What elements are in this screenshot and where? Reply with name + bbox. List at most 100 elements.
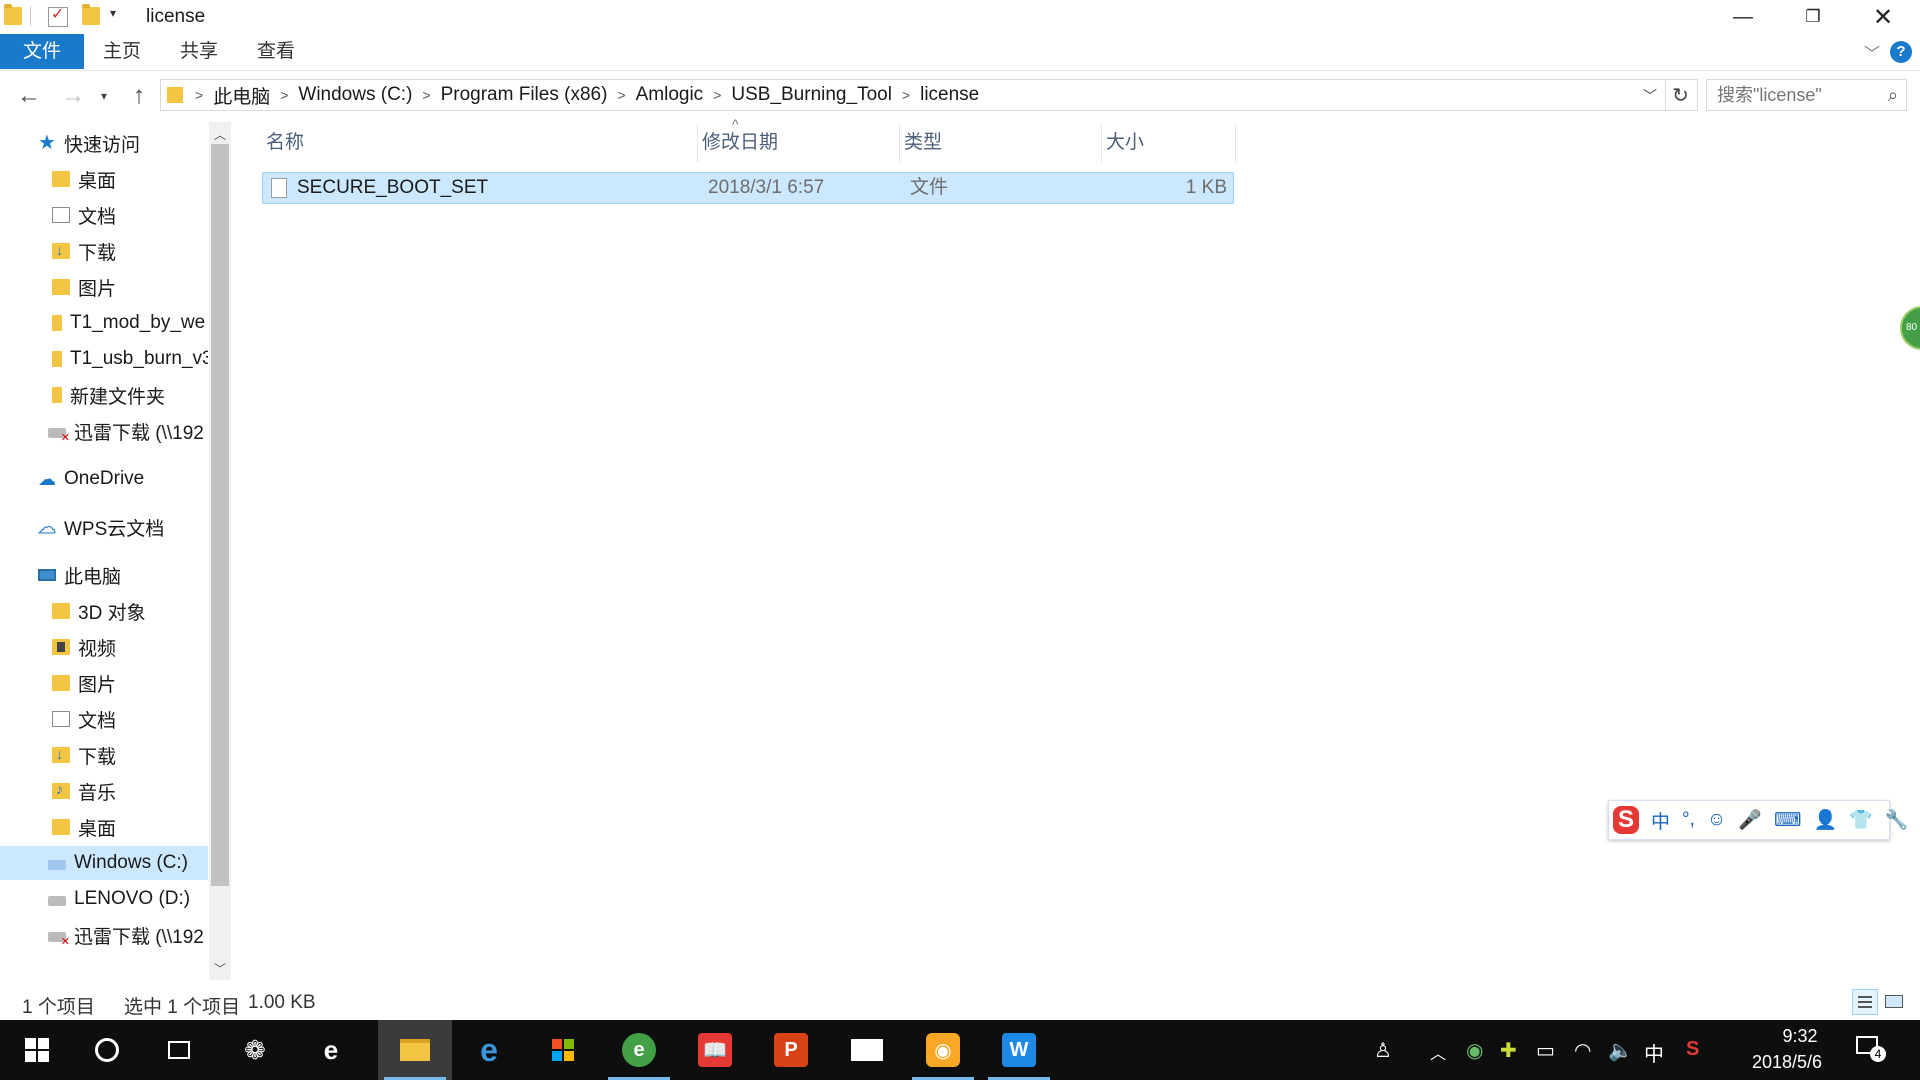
wps-presentation-icon[interactable]: P (754, 1020, 828, 1080)
up-arrow-icon[interactable]: ↑ (122, 80, 156, 112)
tab-share[interactable]: 共享 (164, 34, 234, 69)
nav-pictures-pinned[interactable]: 图片 📌 (0, 270, 208, 304)
nav-folder-t1-mod[interactable]: T1_mod_by_we (0, 306, 208, 340)
ime-mode-toggle[interactable]: 中 (1651, 807, 1670, 834)
tab-view[interactable]: 查看 (242, 34, 310, 69)
close-button[interactable]: ✕ (1848, 0, 1918, 34)
minimize-button[interactable]: — (1708, 0, 1778, 34)
breadcrumb-program-files[interactable]: Program Files (x86) (441, 84, 608, 106)
wrench-icon[interactable]: 🔧 (1885, 808, 1909, 832)
back-arrow-icon[interactable]: ← (12, 80, 46, 112)
reader-book-icon[interactable]: 📖 (678, 1020, 752, 1080)
column-header-name[interactable]: 名称 (262, 124, 698, 162)
file-row[interactable]: SECURE_BOOT_SET 2018/3/1 6:57 文件 1 KB (262, 172, 1234, 204)
column-header-modified[interactable]: 修改日期 (698, 124, 900, 162)
nav-desktop[interactable]: 桌面 (0, 810, 208, 844)
breadcrumb-amlogic[interactable]: Amlogic (636, 84, 704, 106)
breadcrumb-separator-icon[interactable]: > (617, 87, 625, 103)
file-explorer-icon[interactable] (378, 1020, 452, 1080)
address-bar[interactable]: > 此电脑 > Windows (C:) > Program Files (x8… (160, 79, 1666, 111)
scroll-up-arrow-icon[interactable]: ︿ (209, 126, 231, 143)
search-input[interactable] (1715, 80, 1869, 110)
nav-documents-pinned[interactable]: 文档 📌 (0, 198, 208, 232)
edge-browser-icon[interactable]: e (452, 1020, 526, 1080)
nav-music[interactable]: ♪ 音乐 (0, 774, 208, 808)
punctuation-icon[interactable]: °, (1682, 809, 1695, 831)
address-history-chevron-icon[interactable]: ﹀ (1643, 86, 1657, 106)
breadcrumb-this-pc[interactable]: 此电脑 (213, 82, 270, 109)
360-tray-icon[interactable]: ◉ (1466, 1038, 1483, 1063)
breadcrumb-separator-icon[interactable]: > (280, 87, 288, 103)
nav-desktop-pinned[interactable]: 桌面 📌 (0, 162, 208, 196)
scroll-down-arrow-icon[interactable]: ﹀ (209, 960, 231, 977)
sogou-tray-icon[interactable]: S (1686, 1038, 1699, 1061)
nav-windows-c-drive[interactable]: Windows (C:) (0, 846, 208, 880)
column-header-type[interactable]: 类型 (900, 124, 1102, 162)
breadcrumb-separator-icon[interactable]: > (422, 87, 430, 103)
navigation-pane-scrollbar[interactable]: ︿ ﹀ (209, 122, 231, 980)
show-hidden-icons-chevron-icon[interactable]: ︿ (1430, 1040, 1446, 1064)
tab-home[interactable]: 主页 (88, 34, 156, 69)
breadcrumb-separator-icon[interactable]: > (902, 87, 910, 103)
360-browser-icon[interactable]: e (602, 1020, 676, 1080)
restore-button[interactable]: ❐ (1778, 0, 1848, 34)
expand-ribbon-chevron-icon[interactable]: ﹀ (1864, 40, 1880, 64)
task-view-icon[interactable] (142, 1020, 216, 1080)
properties-check-icon[interactable]: ✓ (48, 6, 68, 27)
mail-icon[interactable] (830, 1020, 904, 1080)
nav-pictures[interactable]: 图片 (0, 666, 208, 700)
nav-folder-t1-usb-burn[interactable]: T1_usb_burn_v3 (0, 342, 208, 376)
help-icon[interactable]: ? (1890, 41, 1912, 63)
nav-documents[interactable]: 文档 (0, 702, 208, 736)
volume-icon[interactable]: 🔈 (1608, 1038, 1633, 1063)
emoji-icon[interactable]: ☺ (1707, 809, 1726, 831)
wifi-icon[interactable]: ◠ (1574, 1038, 1591, 1063)
action-center-notification-icon[interactable]: 4 (1856, 1034, 1886, 1062)
breadcrumb-windows-c[interactable]: Windows (C:) (298, 84, 412, 106)
user-icon[interactable]: 👤 (1813, 808, 1837, 832)
nav-videos[interactable]: 视频 (0, 630, 208, 664)
breadcrumb-license[interactable]: license (920, 84, 979, 106)
nav-network-drive-xunlei[interactable]: 迅雷下载 (\\192 (0, 414, 208, 448)
start-windows-icon[interactable] (0, 1020, 74, 1080)
tab-file[interactable]: 文件 (0, 34, 84, 69)
security-plus-icon[interactable]: ✚ (1500, 1038, 1517, 1063)
keyboard-icon[interactable]: ⌨ (1774, 809, 1801, 832)
scrollbar-thumb[interactable] (211, 144, 229, 886)
details-view-icon[interactable] (1852, 989, 1878, 1015)
column-header-size[interactable]: 大小 (1102, 124, 1236, 162)
nav-downloads[interactable]: ↓ 下载 (0, 738, 208, 772)
nav-network-drive-xunlei-2[interactable]: 迅雷下载 (\\192 (0, 918, 208, 952)
customize-quick-access-icon[interactable]: ▾ (110, 6, 116, 20)
input-language-indicator[interactable]: 中 (1644, 1038, 1664, 1067)
skin-shirt-icon[interactable]: 👕 (1849, 808, 1873, 832)
recent-locations-chevron-icon[interactable]: ▾ (92, 80, 116, 112)
nav-downloads-pinned[interactable]: ↓ 下载 📌 (0, 234, 208, 268)
internet-explorer-icon[interactable]: e (294, 1020, 368, 1080)
nav-onedrive[interactable]: ☁ OneDrive (0, 462, 208, 496)
nav-quick-access[interactable]: ★ 快速访问 (0, 126, 208, 160)
large-icons-view-icon[interactable] (1882, 989, 1908, 1015)
search-box[interactable]: ⌕ (1706, 79, 1907, 111)
refresh-icon[interactable]: ↻ (1664, 79, 1698, 111)
forward-arrow-icon[interactable]: → (56, 80, 90, 112)
sogou-logo-icon[interactable]: S (1613, 806, 1640, 834)
nav-lenovo-d-drive[interactable]: LENOVO (D:) (0, 882, 208, 916)
breadcrumb-usb-burning-tool[interactable]: USB_Burning_Tool (731, 84, 892, 106)
search-icon[interactable]: ⌕ (1888, 85, 1898, 106)
wps-writer-icon[interactable]: W (982, 1020, 1056, 1080)
breadcrumb-separator-icon[interactable]: > (713, 87, 721, 103)
usb-burning-tool-icon[interactable]: ◉ (906, 1020, 980, 1080)
new-folder-icon[interactable] (82, 4, 100, 25)
pinwheel-app-icon[interactable]: ❁ (218, 1020, 292, 1080)
clock-date[interactable]: 2018/5/6 (1732, 1052, 1842, 1073)
microsoft-store-icon[interactable] (526, 1020, 600, 1080)
nav-3d-objects[interactable]: 3D 对象 (0, 594, 208, 628)
nav-wps-cloud[interactable]: ☁ WPS云文档 (0, 510, 208, 544)
nav-this-pc[interactable]: 此电脑 (0, 558, 208, 592)
clock-time[interactable]: 9:32 (1750, 1026, 1850, 1047)
cortana-search-icon[interactable] (70, 1020, 144, 1080)
battery-icon[interactable]: ▭ (1536, 1038, 1555, 1063)
ime-toolbar[interactable]: S 中 °, ☺ 🎤 ⌨ 👤 👕 🔧 (1608, 800, 1908, 840)
nav-folder-new[interactable]: 新建文件夹 (0, 378, 208, 412)
